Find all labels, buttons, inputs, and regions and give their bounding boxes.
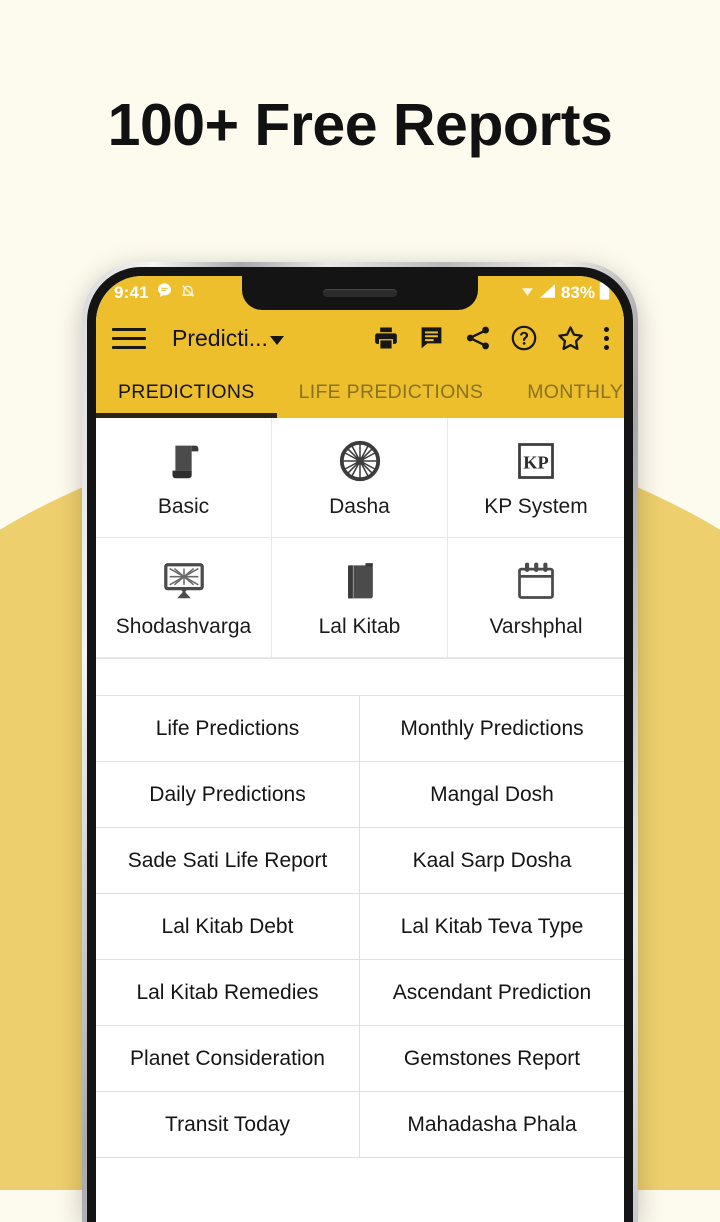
grid-item-shodashvarga[interactable]: Shodashvarga (96, 538, 272, 658)
table-row: Daily Predictions Mangal Dosh (96, 762, 624, 828)
list-item[interactable]: Kaal Sarp Dosha (360, 828, 624, 893)
list-item[interactable]: Lal Kitab Teva Type (360, 894, 624, 959)
tab-label: PREDICTIONS (118, 380, 255, 403)
table-row: Lal Kitab Debt Lal Kitab Teva Type (96, 894, 624, 960)
grid-list-spacer (96, 659, 624, 696)
kp-box-icon: KP (514, 437, 558, 485)
table-row: Transit Today Mahadasha Phala (96, 1092, 624, 1158)
list-item[interactable]: Lal Kitab Debt (96, 894, 360, 959)
phone-bezel: 9:41 83% Predicti... PREDICTIONS LIFE PR… (87, 267, 633, 1222)
grid-item-lal-kitab[interactable]: Lal Kitab (272, 538, 448, 658)
phone-notch (242, 276, 478, 310)
appbar-title-dropdown[interactable]: Predicti... (172, 325, 284, 352)
tab-label: MONTHLY P (527, 380, 624, 403)
battery-icon (599, 281, 610, 305)
list-item[interactable]: Life Predictions (96, 696, 360, 761)
share-icon[interactable] (464, 324, 492, 352)
chevron-down-icon (269, 336, 284, 345)
earpiece-speaker (323, 289, 397, 297)
calendar-icon (514, 557, 558, 605)
table-row: Lal Kitab Remedies Ascendant Prediction (96, 960, 624, 1026)
page-title: 100+ Free Reports (107, 92, 613, 158)
wifi-icon (521, 283, 534, 303)
signal-icon (538, 282, 557, 305)
tab-monthly-predictions[interactable]: MONTHLY P (505, 366, 624, 418)
overflow-menu-icon[interactable] (602, 324, 610, 352)
book-icon (338, 557, 382, 605)
grid-item-kp-system[interactable]: KP KP System (448, 418, 624, 538)
tab-life-predictions[interactable]: LIFE PREDICTIONS (277, 366, 506, 418)
scroll-icon (161, 437, 207, 485)
report-list: Life Predictions Monthly Predictions Dai… (96, 696, 624, 1158)
grid-item-basic[interactable]: Basic (96, 418, 272, 538)
svg-text:KP: KP (523, 452, 548, 472)
table-row: Planet Consideration Gemstones Report (96, 1026, 624, 1092)
status-bar-right: 83% (521, 276, 610, 310)
phone-mockup-frame: 9:41 83% Predicti... PREDICTIONS LIFE PR… (82, 262, 638, 1222)
grid-item-varshphal[interactable]: Varshphal (448, 538, 624, 658)
grid-item-label: Basic (157, 494, 210, 518)
appbar-actions (372, 324, 610, 352)
list-item[interactable]: Planet Consideration (96, 1026, 360, 1091)
grid-item-label: Shodashvarga (115, 614, 252, 638)
list-item[interactable]: Gemstones Report (360, 1026, 624, 1091)
list-item[interactable]: Mangal Dosh (360, 762, 624, 827)
chart-screen-icon (161, 557, 207, 605)
list-item[interactable]: Lal Kitab Remedies (96, 960, 360, 1025)
tab-bar: PREDICTIONS LIFE PREDICTIONS MONTHLY P (96, 366, 624, 418)
appbar-title: Predicti... (172, 324, 268, 351)
table-row: Life Predictions Monthly Predictions (96, 696, 624, 762)
star-icon[interactable] (556, 324, 584, 352)
grid-item-label: Varshphal (489, 614, 583, 638)
grid-item-label: Lal Kitab (318, 614, 401, 638)
list-item[interactable]: Ascendant Prediction (360, 960, 624, 1025)
print-icon[interactable] (372, 324, 400, 352)
app-bar: Predicti... (96, 310, 624, 366)
list-item[interactable]: Monthly Predictions (360, 696, 624, 761)
list-item[interactable]: Mahadasha Phala (360, 1092, 624, 1157)
grid-item-label: KP System (484, 494, 588, 518)
table-row: Sade Sati Life Report Kaal Sarp Dosha (96, 828, 624, 894)
list-item[interactable]: Sade Sati Life Report (96, 828, 360, 893)
chakra-wheel-icon (337, 437, 383, 485)
mute-bell-icon (180, 283, 196, 304)
message-bubble-icon (156, 282, 173, 304)
status-time: 9:41 (114, 283, 149, 302)
grid-item-dasha[interactable]: Dasha (272, 418, 448, 538)
grid-item-label: Dasha (329, 494, 390, 518)
report-icon-grid: Basic Dasha KP KP System Shodashvarga La… (96, 418, 624, 659)
help-icon[interactable] (510, 324, 538, 352)
tab-predictions[interactable]: PREDICTIONS (96, 366, 277, 418)
hamburger-menu-icon[interactable] (112, 323, 146, 353)
status-battery-percent: 83% (560, 283, 595, 302)
content-area: Basic Dasha KP KP System Shodashvarga La… (96, 418, 624, 1222)
chat-icon[interactable] (418, 324, 446, 352)
tab-label: LIFE PREDICTIONS (298, 380, 484, 403)
phone-screen: 9:41 83% Predicti... PREDICTIONS LIFE PR… (96, 276, 624, 1222)
list-item[interactable]: Daily Predictions (96, 762, 360, 827)
status-bar-left: 9:41 (114, 276, 196, 310)
list-item[interactable]: Transit Today (96, 1092, 360, 1157)
